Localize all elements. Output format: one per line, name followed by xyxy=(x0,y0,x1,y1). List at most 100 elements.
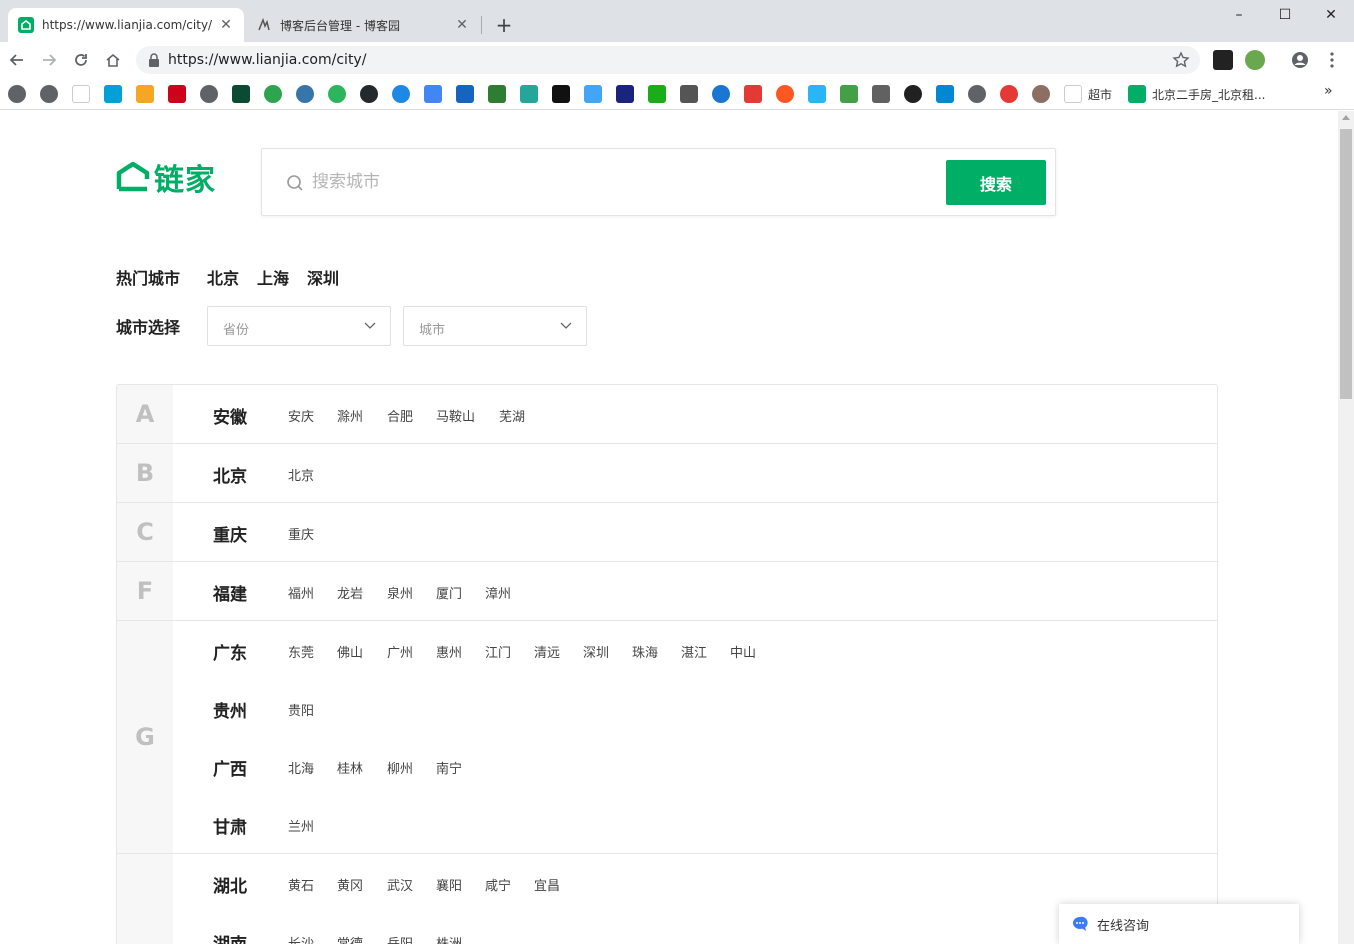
city-link[interactable]: 佛山 xyxy=(337,642,363,661)
scroll-up-arrow-icon[interactable] xyxy=(1342,115,1350,120)
bookmark-icon[interactable] xyxy=(328,85,346,103)
bookmark-icon[interactable] xyxy=(840,85,858,103)
bookmark-icon[interactable] xyxy=(808,85,826,103)
tab-close-icon[interactable]: ✕ xyxy=(218,17,234,33)
bookmark-icon[interactable] xyxy=(648,85,666,103)
extension-icon[interactable] xyxy=(1245,50,1265,70)
bookmark-icon[interactable] xyxy=(264,85,282,103)
back-icon[interactable] xyxy=(5,48,29,72)
bookmark-globe-icon[interactable] xyxy=(40,85,58,103)
city-link[interactable]: 宜昌 xyxy=(534,875,560,894)
city-link[interactable]: 株洲 xyxy=(436,933,462,944)
bookmark-label[interactable]: 超市 xyxy=(1088,86,1112,103)
city-link[interactable]: 珠海 xyxy=(632,642,658,661)
province-name[interactable]: 福建 xyxy=(213,580,247,605)
bookmark-cloud-icon[interactable] xyxy=(392,85,410,103)
city-link[interactable]: 东莞 xyxy=(288,642,314,661)
city-link[interactable]: 厦门 xyxy=(436,583,462,602)
province-name[interactable]: 安徽 xyxy=(213,403,247,428)
bookmark-icon[interactable] xyxy=(936,85,954,103)
city-link[interactable]: 中山 xyxy=(730,642,756,661)
bookmark-globe-icon[interactable] xyxy=(8,85,26,103)
city-search-input[interactable] xyxy=(312,167,912,197)
bookmark-icon[interactable] xyxy=(680,85,698,103)
bookmark-globe-icon[interactable] xyxy=(200,85,218,103)
city-link[interactable]: 咸宁 xyxy=(485,875,511,894)
bookmark-icon[interactable] xyxy=(872,85,890,103)
bookmark-dblab-icon[interactable] xyxy=(616,85,634,103)
bookmark-icon[interactable] xyxy=(744,85,762,103)
new-tab-icon[interactable]: + xyxy=(492,13,516,37)
online-chat-widget[interactable]: 在线咨询 xyxy=(1059,904,1299,944)
province-name[interactable]: 北京 xyxy=(213,462,247,487)
city-link[interactable]: 马鞍山 xyxy=(436,406,475,425)
bookmark-icon[interactable] xyxy=(776,85,794,103)
city-link[interactable]: 兰州 xyxy=(288,816,314,835)
city-link[interactable]: 黄石 xyxy=(288,875,314,894)
city-link[interactable]: 常德 xyxy=(337,933,363,944)
city-link[interactable]: 重庆 xyxy=(288,524,314,543)
scrollbar-thumb[interactable] xyxy=(1340,129,1352,399)
city-link[interactable]: 武汉 xyxy=(387,875,413,894)
minimize-icon[interactable]: – xyxy=(1216,4,1262,26)
bookmark-globe-icon[interactable] xyxy=(968,85,986,103)
city-link[interactable]: 安庆 xyxy=(288,406,314,425)
province-name[interactable]: 贵州 xyxy=(213,697,247,722)
city-link[interactable]: 长沙 xyxy=(288,933,314,944)
maximize-icon[interactable]: ☐ xyxy=(1262,4,1308,26)
city-link[interactable]: 芜湖 xyxy=(499,406,525,425)
bookmark-icon[interactable] xyxy=(456,85,474,103)
home-icon[interactable] xyxy=(101,48,125,72)
city-select[interactable]: 城市 xyxy=(403,306,587,346)
city-link[interactable]: 北京 xyxy=(288,465,314,484)
bookmark-lianjia-icon[interactable] xyxy=(1128,85,1146,103)
city-link[interactable]: 柳州 xyxy=(387,758,413,777)
bookmark-icon[interactable] xyxy=(136,85,154,103)
province-name[interactable]: 甘肃 xyxy=(213,813,247,838)
city-link[interactable]: 漳州 xyxy=(485,583,511,602)
bookmark-cnblogs-icon[interactable] xyxy=(1064,85,1082,103)
bookmark-star-icon[interactable] xyxy=(1172,51,1190,69)
close-window-icon[interactable]: ✕ xyxy=(1308,4,1354,26)
bookmark-icon[interactable] xyxy=(712,85,730,103)
menu-kebab-icon[interactable] xyxy=(1320,48,1344,72)
bookmark-icon[interactable] xyxy=(520,85,538,103)
bookmark-python-icon[interactable] xyxy=(296,85,314,103)
bookmark-icon[interactable] xyxy=(552,85,570,103)
city-link[interactable]: 贵阳 xyxy=(288,700,314,719)
province-name[interactable]: 重庆 xyxy=(213,521,247,546)
city-link[interactable]: 北海 xyxy=(288,758,314,777)
bookmark-avatar-icon[interactable] xyxy=(1032,85,1050,103)
city-link[interactable]: 岳阳 xyxy=(387,933,413,944)
city-link[interactable]: 龙岩 xyxy=(337,583,363,602)
hot-city-link[interactable]: 上海 xyxy=(257,265,289,289)
city-link[interactable]: 滁州 xyxy=(337,406,363,425)
city-link[interactable]: 广州 xyxy=(387,642,413,661)
profile-icon[interactable] xyxy=(1288,48,1312,72)
city-link[interactable]: 襄阳 xyxy=(436,875,462,894)
province-name[interactable]: 湖南 xyxy=(213,930,247,944)
bookmark-icon[interactable] xyxy=(584,85,602,103)
forward-icon[interactable] xyxy=(37,48,61,72)
bookmark-bilibili-icon[interactable] xyxy=(104,85,122,103)
tab-cnblogs[interactable]: 博客后台管理 - 博客园 ✕ xyxy=(246,8,480,42)
bookmark-github-icon[interactable] xyxy=(360,85,378,103)
bookmark-translate-icon[interactable] xyxy=(424,85,442,103)
bookmark-cnblogs-icon[interactable] xyxy=(72,85,90,103)
page-scrollbar[interactable] xyxy=(1338,111,1354,944)
province-select[interactable]: 省份 xyxy=(207,306,391,346)
bookmark-netease-icon[interactable] xyxy=(1000,85,1018,103)
bookmark-label[interactable]: 北京二手房_北京租... xyxy=(1152,86,1265,103)
bookmarks-overflow-icon[interactable]: » xyxy=(1324,83,1333,99)
city-link[interactable]: 湛江 xyxy=(681,642,707,661)
province-name[interactable]: 广西 xyxy=(213,755,247,780)
reload-icon[interactable] xyxy=(69,48,93,72)
city-link[interactable]: 清远 xyxy=(534,642,560,661)
city-link[interactable]: 桂林 xyxy=(337,758,363,777)
address-bar[interactable]: https://www.lianjia.com/city/ xyxy=(136,46,1200,74)
hot-city-link[interactable]: 深圳 xyxy=(307,265,339,289)
bookmark-django-icon[interactable] xyxy=(232,85,250,103)
city-link[interactable]: 深圳 xyxy=(583,642,609,661)
hot-city-link[interactable]: 北京 xyxy=(207,265,239,289)
province-name[interactable]: 广东 xyxy=(213,639,247,664)
